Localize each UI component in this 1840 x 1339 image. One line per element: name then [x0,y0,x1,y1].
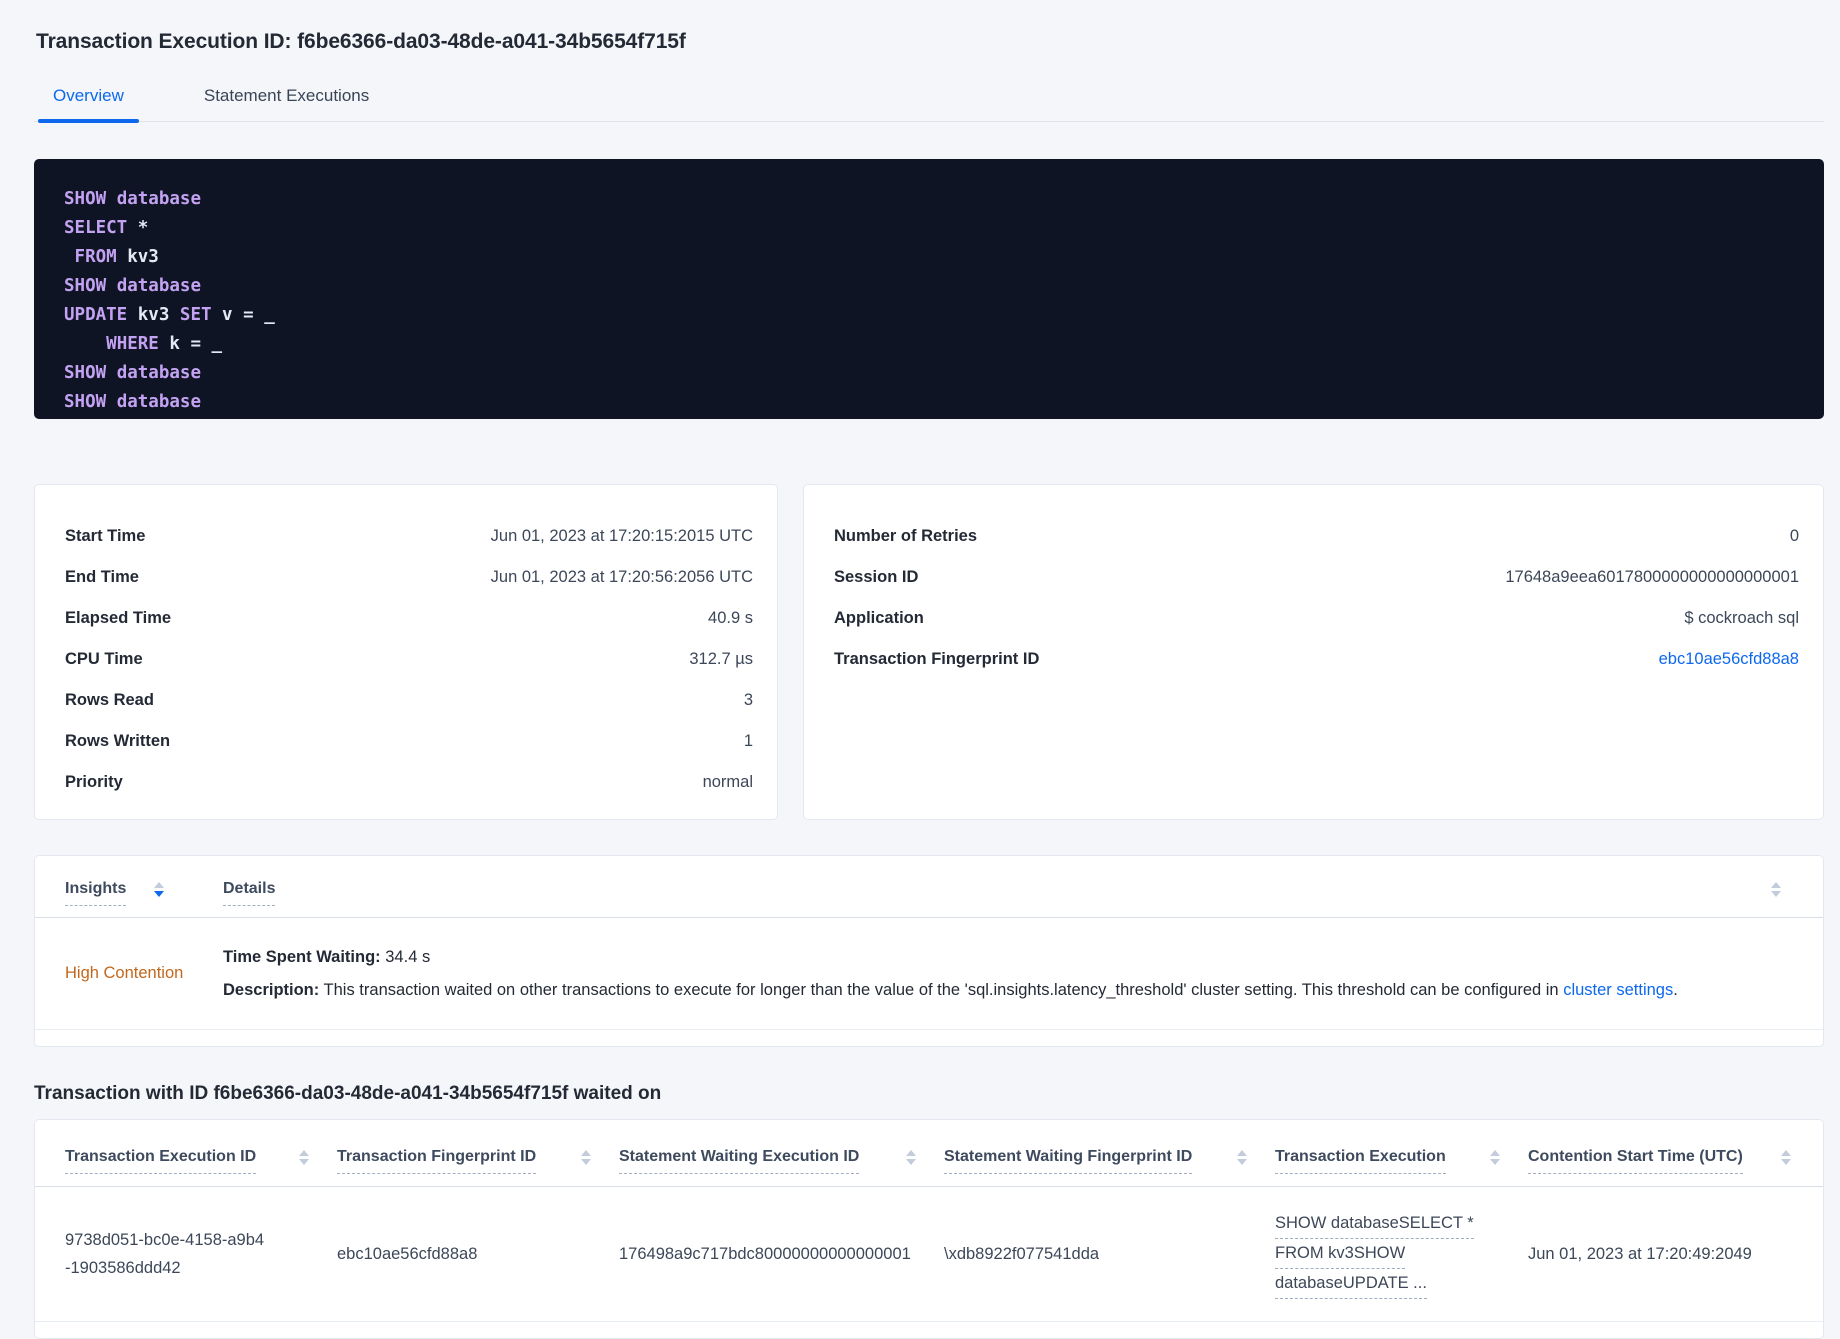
page: Transaction Execution ID: f6be6366-da03-… [0,0,1840,1339]
time-spent-waiting: Time Spent Waiting: 34.4 s [223,948,431,966]
overview-stats-card: Start Time Jun 01, 2023 at 17:20:15:2015… [34,484,778,820]
stat-row-end-time: End Time Jun 01, 2023 at 17:20:56:2056 U… [65,557,753,598]
stat-value: 40.9 s [708,609,753,627]
card-bottom-padding [35,1322,1823,1338]
table-row: 9738d051-bc0e-4158-a9b4-1903586ddd42 ebc… [35,1187,1823,1322]
stat-value: 17648a9eea6017800000000000000001 [1505,568,1799,586]
stat-label: Transaction Fingerprint ID [834,650,1040,668]
waited-on-section-title: Transaction with ID f6be6366-da03-48de-a… [34,1083,662,1104]
stat-row-session-id: Session ID 17648a9eea6017800000000000000… [834,557,1799,598]
sort-icon[interactable] [906,1150,916,1165]
insight-description: Description: This transaction waited on … [223,981,1678,999]
sort-icon[interactable] [1490,1150,1500,1165]
stat-row-priority: Priority normal [65,762,753,803]
stat-value: 3 [743,691,753,709]
insight-row: High Contention Time Spent Waiting: 34.4… [35,918,1823,1030]
stat-cards: Start Time Jun 01, 2023 at 17:20:15:2015… [34,484,1824,820]
tab-statement-executions[interactable]: Statement Executions [189,80,384,121]
waited-on-table-header: Transaction Execution ID Transaction Fin… [35,1120,1823,1174]
stat-label: Application [834,609,924,627]
cell-statement-waiting-fingerprint-id: \xdb8922f077541dda [944,1245,1100,1263]
sort-icon[interactable] [581,1150,591,1165]
insight-details: Time Spent Waiting: 34.4 s Description: … [223,944,1793,1003]
stat-label: Elapsed Time [65,609,172,627]
session-stats-card: Number of Retries 0 Session ID 17648a9ee… [803,484,1824,820]
column-header-statement-waiting-fingerprint-id[interactable]: Statement Waiting Fingerprint ID [944,1148,1275,1174]
column-header-transaction-execution-id[interactable]: Transaction Execution ID [65,1148,337,1174]
insight-type-label: High Contention [65,964,184,982]
column-header-transaction-execution[interactable]: Transaction Execution [1275,1148,1528,1174]
column-header-statement-waiting-execution-id[interactable]: Statement Waiting Execution ID [619,1148,944,1174]
stat-value: 1 [743,732,753,750]
stat-label: Number of Retries [834,527,978,545]
stat-label: CPU Time [65,650,143,668]
stat-row-cpu-time: CPU Time 312.7 µs [65,639,753,680]
sort-icon[interactable] [299,1150,309,1165]
column-header-insights[interactable]: Insights [65,880,223,906]
stat-label: Session ID [834,568,919,586]
stat-row-rows-written: Rows Written 1 [65,721,753,762]
stat-value: $ cockroach sql [1684,609,1799,627]
stat-row-transaction-fingerprint-id: Transaction Fingerprint ID ebc10ae56cfd8… [834,639,1799,680]
stat-value: 312.7 µs [689,650,753,668]
column-header-transaction-fingerprint-id[interactable]: Transaction Fingerprint ID [337,1148,619,1174]
stat-value: Jun 01, 2023 at 17:20:15:2015 UTC [490,527,753,545]
sort-icon[interactable] [1237,1150,1247,1165]
stat-value: 0 [1789,527,1799,545]
insights-table: Insights Details High Contention Time Sp… [34,855,1824,1047]
tab-overview[interactable]: Overview [38,80,139,123]
stat-label: Rows Written [65,732,171,750]
stat-row-start-time: Start Time Jun 01, 2023 at 17:20:15:2015… [65,516,753,557]
stat-label: Priority [65,773,123,791]
waited-on-table: Transaction Execution ID Transaction Fin… [34,1119,1824,1339]
tab-bar: Overview Statement Executions [34,80,1824,123]
stat-row-elapsed-time: Elapsed Time 40.9 s [65,598,753,639]
sort-icon[interactable] [154,882,165,897]
stat-label: Start Time [65,527,146,545]
cell-transaction-execution-id: 9738d051-bc0e-4158-a9b4-1903586ddd42 [65,1231,265,1277]
sort-icon[interactable] [1781,1150,1791,1165]
stat-label: Rows Read [65,691,154,709]
transaction-fingerprint-link[interactable]: ebc10ae56cfd88a8 [1659,650,1799,669]
cell-transaction-fingerprint-id: ebc10ae56cfd88a8 [337,1245,478,1263]
column-header-contention-start-time[interactable]: Contention Start Time (UTC) [1528,1148,1793,1174]
page-title: Transaction Execution ID: f6be6366-da03-… [36,30,686,53]
stat-value: normal [702,773,753,791]
stat-row-rows-read: Rows Read 3 [65,680,753,721]
stat-label: End Time [65,568,139,586]
stat-row-number-of-retries: Number of Retries 0 [834,516,1799,557]
cell-transaction-execution[interactable]: SHOW databaseSELECT * FROM kv3SHOW datab… [1275,1209,1528,1299]
insights-table-header: Insights Details [35,856,1823,906]
stat-row-application: Application $ cockroach sql [834,598,1799,639]
card-bottom-padding [35,1030,1823,1046]
cell-statement-waiting-execution-id: 176498a9c717bdc80000000000000001 [619,1245,911,1263]
sort-icon[interactable] [1771,882,1781,897]
cluster-settings-link[interactable]: cluster settings [1563,981,1673,999]
column-header-details[interactable]: Details [223,880,1793,906]
cell-contention-start-time: Jun 01, 2023 at 17:20:49:2049 [1528,1245,1752,1263]
sql-statement-box: SHOW database SELECT * FROM kv3 SHOW datab… [34,159,1824,419]
stat-value: Jun 01, 2023 at 17:20:56:2056 UTC [490,568,753,586]
